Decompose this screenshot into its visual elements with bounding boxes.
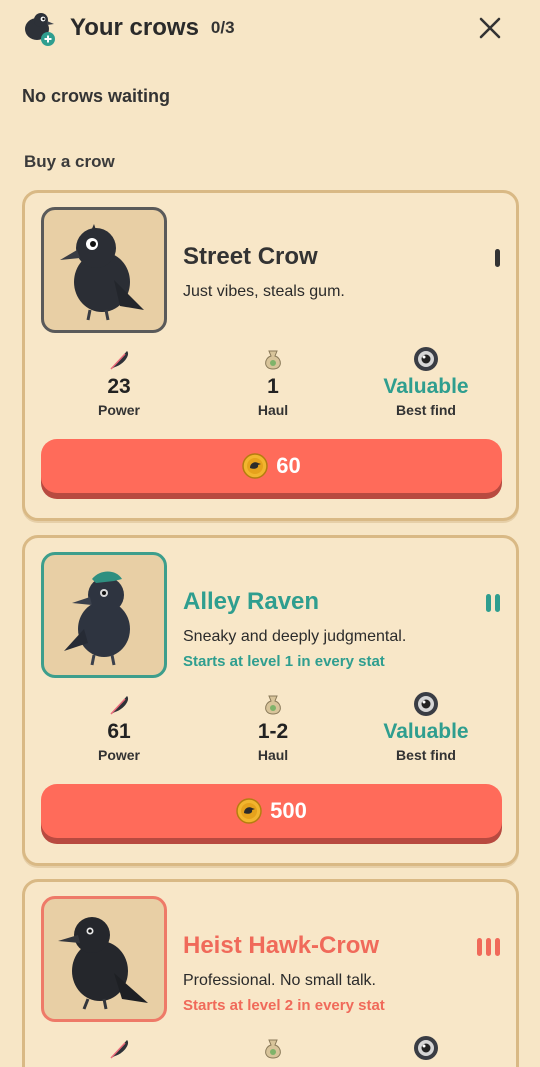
crow-stats: 23 Power 1 Haul Valuable Best find — [25, 345, 516, 425]
crow-level-note: Starts at level 2 in every stat — [183, 997, 385, 1014]
haul-label: Haul — [257, 747, 289, 763]
eye-icon — [414, 347, 438, 371]
tier-bar — [495, 594, 500, 612]
tier-bar — [477, 938, 482, 956]
tier-bar — [495, 249, 500, 267]
coin-icon — [236, 798, 262, 824]
feather-icon — [110, 1040, 129, 1059]
power-label: Power — [97, 747, 140, 763]
tier-indicator — [477, 938, 500, 956]
crow-stats: 61 Power 1-2 Haul Valuable Best find — [25, 690, 516, 770]
crow-level-note: Starts at level 1 in every stat — [183, 653, 385, 670]
haul-value: 1 — [267, 375, 279, 398]
crow-card-alley-raven: Alley Raven Sneaky and deeply judgmental… — [22, 535, 519, 866]
feather-icon — [110, 696, 129, 715]
section-title: Buy a crow — [24, 152, 115, 171]
haul-label: Haul — [257, 402, 289, 418]
crow-stats — [25, 1034, 516, 1067]
best-find-value: Valuable — [383, 720, 469, 743]
crow-name: Heist Hawk-Crow — [183, 932, 380, 959]
crow-name: Alley Raven — [183, 588, 320, 615]
stat-haul — [203, 1034, 343, 1062]
stat-haul: 1-2 Haul — [203, 690, 343, 763]
best-find-value: Valuable — [383, 375, 469, 398]
tier-bar — [486, 594, 491, 612]
loot-bag-icon — [265, 350, 281, 370]
price-label: 500 — [270, 798, 307, 823]
page-title: Your crows — [70, 14, 199, 41]
tier-bar — [486, 938, 491, 956]
coin-icon — [242, 453, 268, 479]
crow-name: Street Crow — [183, 243, 318, 270]
crow-add-icon — [20, 9, 58, 47]
crow-description: Just vibes, steals gum. — [183, 283, 345, 300]
crow-description: Professional. No small talk. — [183, 972, 376, 989]
loot-bag-icon — [265, 695, 281, 715]
power-value: 23 — [107, 375, 131, 398]
power-value: 61 — [107, 720, 131, 743]
best-find-label: Best find — [396, 747, 456, 763]
best-find-label: Best find — [396, 402, 456, 418]
crow-description: Sneaky and deeply judgmental. — [183, 628, 407, 645]
tier-indicator — [486, 594, 500, 612]
stat-haul: 1 Haul — [203, 345, 343, 418]
eye-icon — [414, 1036, 438, 1060]
crow-portrait — [41, 552, 167, 678]
crow-portrait — [41, 207, 167, 333]
crow-portrait — [41, 896, 167, 1022]
stat-power: 61 Power — [49, 690, 189, 763]
loot-bag-icon — [265, 1039, 281, 1059]
feather-icon — [110, 351, 129, 370]
stat-best-find: Valuable Best find — [356, 345, 496, 418]
eye-icon — [414, 692, 438, 716]
buy-button[interactable]: 60 — [41, 439, 502, 493]
close-icon[interactable] — [476, 14, 504, 42]
stat-power: 23 Power — [49, 345, 189, 418]
price-label: 60 — [276, 453, 301, 478]
tier-bar — [495, 938, 500, 956]
crow-count: 0/3 — [210, 18, 235, 37]
stat-best-find — [356, 1034, 496, 1062]
tier-indicator — [495, 249, 500, 267]
header: Your crows 0/3 — [20, 8, 520, 48]
haul-value: 1-2 — [257, 720, 289, 743]
stat-best-find: Valuable Best find — [356, 690, 496, 763]
stat-power — [49, 1034, 189, 1062]
buy-button[interactable]: 500 — [41, 784, 502, 838]
crow-card-street-crow: Street Crow Just vibes, steals gum. 23 P… — [22, 190, 519, 521]
crow-card-heist-hawk-crow: Heist Hawk-Crow Professional. No small t… — [22, 879, 519, 1067]
power-label: Power — [97, 402, 140, 418]
waiting-status: No crows waiting — [22, 86, 171, 106]
